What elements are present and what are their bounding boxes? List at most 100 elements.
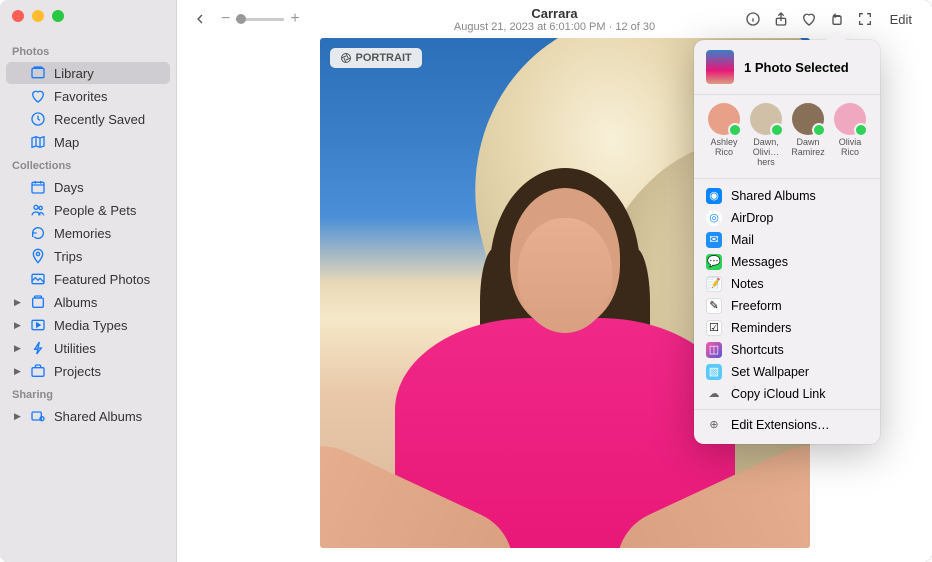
share-label: Reminders <box>731 321 791 335</box>
map-icon <box>30 134 46 150</box>
messages-icon: 💬 <box>706 254 722 270</box>
share-contacts: Ashley Rico Dawn, Olivi…hers Dawn Ramire… <box>694 103 880 179</box>
sidebar-label: Map <box>54 135 79 150</box>
share-notes[interactable]: 📝Notes <box>694 273 880 295</box>
sidebar-item-library[interactable]: Library <box>6 62 170 84</box>
sidebar-label: Featured Photos <box>54 272 150 287</box>
contact-dawn-olivia[interactable]: Dawn, Olivi…hers <box>746 103 786 168</box>
sidebar-item-recently-saved[interactable]: Recently Saved <box>6 108 170 130</box>
sidebar-label: People & Pets <box>54 203 136 218</box>
share-header: 1 Photo Selected <box>694 50 880 95</box>
media-icon <box>30 317 46 333</box>
sidebar-item-memories[interactable]: Memories <box>6 222 170 244</box>
minimize-button[interactable] <box>32 10 44 22</box>
contact-name: Olivia Rico <box>830 138 870 158</box>
icloud-icon: ☁ <box>706 386 722 402</box>
share-label: AirDrop <box>731 211 773 225</box>
calendar-icon <box>30 179 46 195</box>
shared-icon <box>30 408 46 424</box>
share-airdrop[interactable]: ◎AirDrop <box>694 207 880 229</box>
mail-icon: ✉ <box>706 232 722 248</box>
chevron-right-icon: ▶ <box>14 366 21 377</box>
chevron-right-icon: ▶ <box>14 343 21 354</box>
share-reminders[interactable]: ☑ Reminders <box>694 317 880 339</box>
share-label: Copy iCloud Link <box>731 387 826 401</box>
portrait-badge: PORTRAIT <box>330 48 422 68</box>
sidebar-item-map[interactable]: Map <box>6 131 170 153</box>
sidebar-item-media-types[interactable]: ▶ Media Types <box>6 314 170 336</box>
projects-icon <box>30 363 46 379</box>
share-edit-extensions[interactable]: ⊕Edit Extensions… <box>694 414 880 436</box>
zoom-slider[interactable]: − + <box>221 10 300 28</box>
sidebar-item-people-pets[interactable]: People & Pets <box>6 199 170 221</box>
sidebar-label: Projects <box>54 364 101 379</box>
zoom-track[interactable] <box>236 18 284 21</box>
utilities-icon <box>30 340 46 356</box>
share-button[interactable] <box>768 8 794 30</box>
edit-button[interactable]: Edit <box>880 10 922 29</box>
reminders-icon: ☑ <box>706 320 722 336</box>
share-messages[interactable]: 💬Messages <box>694 251 880 273</box>
fullscreen-button[interactable] <box>852 8 878 30</box>
wallpaper-icon: ▧ <box>706 364 722 380</box>
sidebar-item-featured[interactable]: Featured Photos <box>6 268 170 290</box>
sidebar-label: Memories <box>54 226 111 241</box>
share-label: Edit Extensions… <box>731 418 830 432</box>
notes-icon: 📝 <box>706 276 722 292</box>
sidebar-label: Utilities <box>54 341 96 356</box>
contact-dawn[interactable]: Dawn Ramirez <box>788 103 828 168</box>
title-area: Carrara August 21, 2023 at 6:01:00 PM · … <box>454 6 655 33</box>
back-button[interactable] <box>187 8 213 30</box>
share-label: Freeform <box>731 299 782 313</box>
rotate-button[interactable] <box>824 8 850 30</box>
chevron-right-icon: ▶ <box>14 320 21 331</box>
heart-icon <box>30 88 46 104</box>
contact-olivia[interactable]: Olivia Rico <box>830 103 870 168</box>
sidebar-item-shared-albums[interactable]: ▶ Shared Albums <box>6 405 170 427</box>
sidebar-item-trips[interactable]: Trips <box>6 245 170 267</box>
shortcuts-icon: ◫ <box>706 342 722 358</box>
favorite-button[interactable] <box>796 8 822 30</box>
sidebar-item-utilities[interactable]: ▶ Utilities <box>6 337 170 359</box>
share-shortcuts[interactable]: ◫ Shortcuts <box>694 339 880 361</box>
sidebar-item-albums[interactable]: ▶ Albums <box>6 291 170 313</box>
maximize-button[interactable] <box>52 10 64 22</box>
zoom-thumb[interactable] <box>236 14 246 24</box>
avatar <box>750 103 782 135</box>
traffic-lights <box>12 10 64 22</box>
sidebar-label: Media Types <box>54 318 127 333</box>
contact-ashley[interactable]: Ashley Rico <box>704 103 744 168</box>
contact-name: Dawn Ramirez <box>788 138 828 158</box>
main-content: − + Carrara August 21, 2023 at 6:01:00 P… <box>177 0 932 562</box>
share-options: ◉Shared Albums ◎AirDrop ✉Mail 💬Messages … <box>694 183 880 438</box>
zoom-out-icon: − <box>221 10 230 28</box>
share-thumb <box>706 50 734 84</box>
contact-name: Ashley Rico <box>704 138 744 158</box>
library-icon <box>30 65 46 81</box>
share-label: Shortcuts <box>731 343 784 357</box>
sidebar-section-collections: Collections <box>0 154 176 175</box>
messages-badge-icon <box>812 123 826 137</box>
sidebar-item-projects[interactable]: ▶ Projects <box>6 360 170 382</box>
share-freeform[interactable]: ✎Freeform <box>694 295 880 317</box>
share-mail[interactable]: ✉Mail <box>694 229 880 251</box>
messages-badge-icon <box>728 123 742 137</box>
share-shared-albums[interactable]: ◉Shared Albums <box>694 185 880 207</box>
sidebar-label: Trips <box>54 249 82 264</box>
toolbar: − + Carrara August 21, 2023 at 6:01:00 P… <box>177 0 932 38</box>
sidebar-item-favorites[interactable]: Favorites <box>6 85 170 107</box>
portrait-label: PORTRAIT <box>356 52 412 64</box>
close-button[interactable] <box>12 10 24 22</box>
chevron-right-icon: ▶ <box>14 297 21 308</box>
sidebar-label: Recently Saved <box>54 112 145 127</box>
memories-icon <box>30 225 46 241</box>
share-wallpaper[interactable]: ▧Set Wallpaper <box>694 361 880 383</box>
sidebar-section-photos: Photos <box>0 40 176 61</box>
share-popover: 1 Photo Selected Ashley Rico Dawn, Olivi… <box>694 40 880 444</box>
info-button[interactable] <box>740 8 766 30</box>
people-icon <box>30 202 46 218</box>
share-icloud-link[interactable]: ☁ Copy iCloud Link <box>694 383 880 405</box>
sidebar-label: Shared Albums <box>54 409 142 424</box>
sidebar: Photos Library Favorites Recently Saved … <box>0 0 177 562</box>
sidebar-item-days[interactable]: Days <box>6 176 170 198</box>
